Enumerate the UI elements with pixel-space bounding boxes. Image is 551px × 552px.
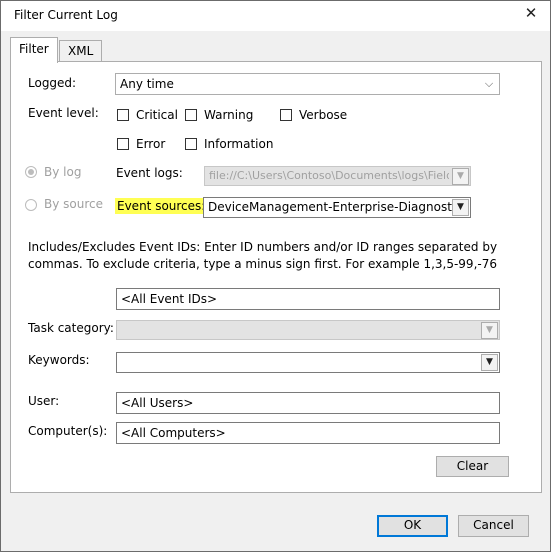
event-logs-dropdown[interactable]: file://C:\Users\Contoso\Documents\logs\F…: [204, 166, 471, 186]
warning-checkbox[interactable]: [185, 109, 197, 121]
logged-label: Logged:: [28, 76, 77, 90]
error-label: Error: [136, 137, 166, 151]
computers-value: <All Computers>: [121, 426, 226, 440]
logged-value: Any time: [120, 77, 174, 91]
by-log-label: By log: [44, 165, 82, 179]
task-category-label: Task category:: [28, 321, 114, 335]
tab-filter[interactable]: Filter: [10, 37, 58, 63]
warning-label: Warning: [204, 108, 254, 122]
user-value: <All Users>: [121, 396, 194, 410]
tab-xml[interactable]: XML: [59, 40, 103, 62]
verbose-label: Verbose: [299, 108, 348, 122]
error-checkbox[interactable]: [117, 138, 129, 150]
critical-checkbox[interactable]: [117, 109, 129, 121]
keywords-dropdown[interactable]: ▼: [116, 352, 500, 373]
chevron-down-icon: ▼: [481, 322, 498, 339]
by-source-radio[interactable]: [25, 199, 37, 211]
computers-label: Computer(s):: [28, 424, 108, 438]
close-icon[interactable]: ✕: [523, 5, 539, 21]
chevron-down-icon: ▼: [481, 354, 498, 371]
by-source-label: By source: [44, 197, 103, 211]
logged-dropdown[interactable]: Any time ⌵: [115, 73, 500, 95]
user-label: User:: [28, 394, 60, 408]
chevron-down-icon: ▼: [452, 199, 469, 216]
event-ids-value: <All Event IDs>: [121, 292, 218, 306]
event-ids-description: Includes/Excludes Event IDs: Enter ID nu…: [28, 240, 498, 271]
task-category-dropdown[interactable]: ▼: [116, 320, 500, 340]
information-checkbox[interactable]: [185, 138, 197, 150]
by-log-radio[interactable]: [25, 166, 37, 178]
critical-label: Critical: [136, 108, 178, 122]
event-ids-input[interactable]: <All Event IDs>: [116, 288, 500, 310]
computers-input[interactable]: <All Computers>: [116, 422, 500, 444]
event-level-label: Event level:: [28, 106, 99, 120]
event-sources-dropdown[interactable]: DeviceManagement-Enterprise-Diagnostics-…: [203, 197, 471, 218]
clear-button[interactable]: Clear: [436, 456, 509, 477]
user-input[interactable]: <All Users>: [116, 392, 500, 414]
keywords-label: Keywords:: [28, 353, 90, 367]
information-label: Information: [204, 137, 274, 151]
event-sources-label: Event sources:: [115, 198, 208, 214]
chevron-down-icon: ▼: [452, 168, 469, 185]
event-logs-label: Event logs:: [116, 166, 183, 180]
window-title: Filter Current Log: [14, 8, 118, 22]
event-sources-value: DeviceManagement-Enterprise-Diagnostics-…: [208, 200, 452, 214]
ok-button[interactable]: OK: [377, 515, 448, 537]
chevron-down-icon: ⌵: [484, 77, 494, 90]
verbose-checkbox[interactable]: [280, 109, 292, 121]
event-logs-value: file://C:\Users\Contoso\Documents\logs\F…: [209, 169, 449, 182]
cancel-button[interactable]: Cancel: [458, 515, 529, 537]
